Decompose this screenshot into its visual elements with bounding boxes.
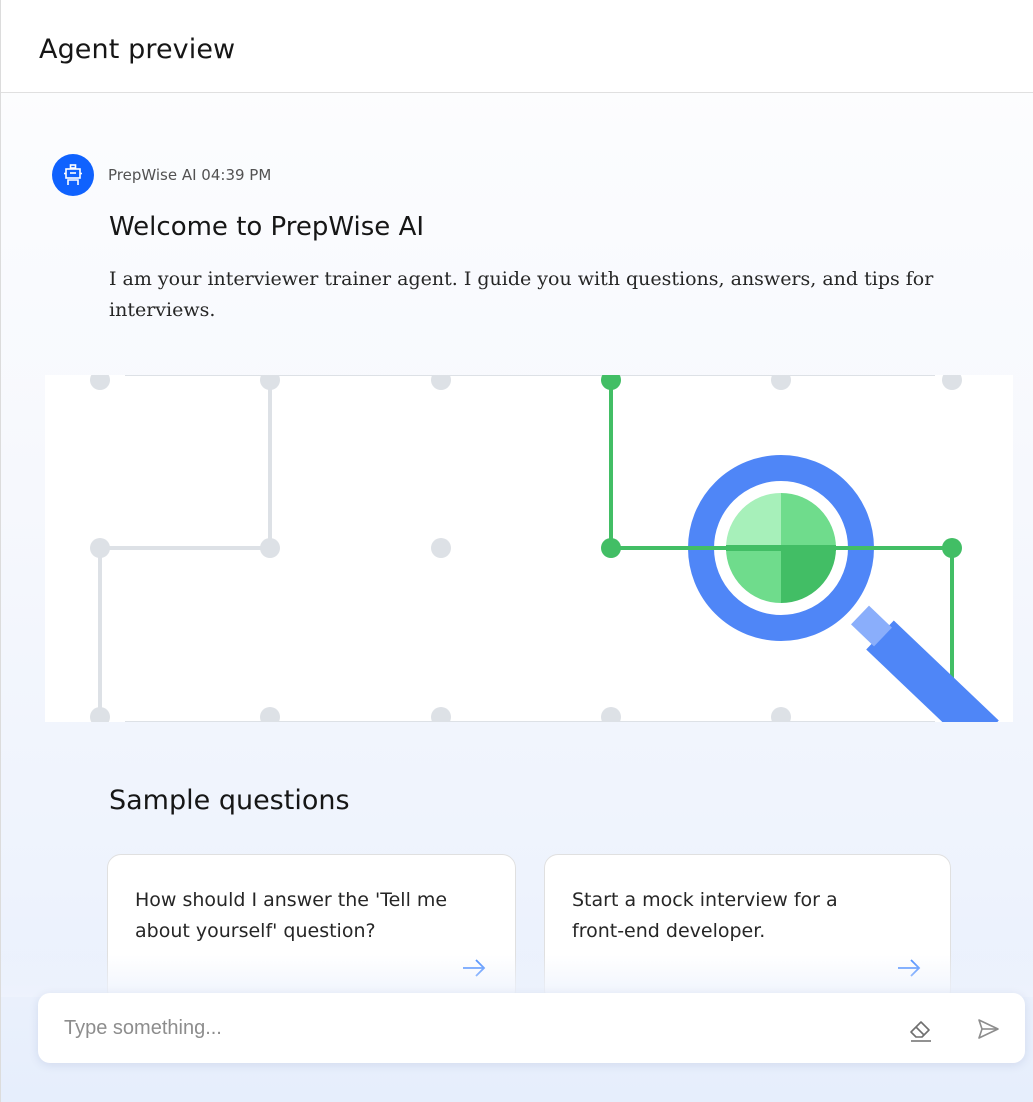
eraser-icon[interactable]	[907, 1015, 935, 1043]
welcome-body: I am your interviewer trainer agent. I g…	[109, 268, 934, 321]
chat-input-bar	[38, 993, 1025, 1063]
message-sender-time: PrepWise AI 04:39 PM	[108, 166, 272, 184]
header: Agent preview	[1, 0, 1033, 93]
magnifying-glass-icon	[90, 375, 999, 722]
robot-icon	[64, 164, 82, 185]
page-title: Agent preview	[39, 34, 236, 65]
send-icon[interactable]	[974, 1015, 1002, 1043]
welcome-title: Welcome to PrepWise AI	[109, 212, 425, 242]
avatar	[52, 154, 94, 196]
welcome-illustration	[45, 375, 1013, 722]
sample-question-text: How should I answer the 'Tell me about y…	[135, 889, 448, 942]
scroll-fade	[1, 955, 1033, 997]
sample-question-text: Start a mock interview for a front-end d…	[572, 889, 838, 942]
message-meta: PrepWise AI 04:39 PM	[52, 154, 271, 196]
message-input[interactable]	[64, 1011, 884, 1045]
sample-questions-title: Sample questions	[109, 785, 350, 816]
agent-preview-panel: Agent preview PrepWise AI 04:39 PM Welco…	[0, 0, 1033, 1102]
